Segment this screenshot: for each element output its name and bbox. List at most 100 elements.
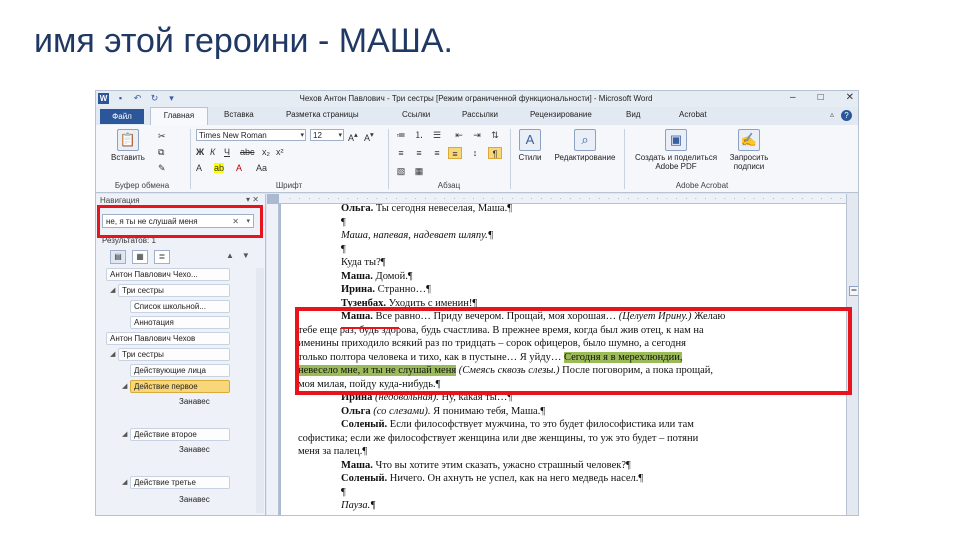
document-line[interactable]: Маша. Что вы хотите этим сказать, ужасно…	[341, 459, 631, 472]
align-left-icon[interactable]: ≡	[394, 147, 408, 159]
subscript-icon[interactable]: x₂	[262, 147, 270, 157]
tree-item[interactable]: Антон Павлович Чехо...	[106, 268, 230, 281]
tab-home[interactable]: Главная	[150, 107, 208, 125]
document-line[interactable]: Маша, напевая, надевает шляпу.¶	[341, 229, 493, 242]
copy-icon[interactable]: ⧉	[158, 147, 164, 157]
headings-view-icon[interactable]: ▤	[110, 250, 126, 264]
superscript-icon[interactable]: x²	[276, 147, 284, 157]
line-spacing-icon[interactable]: ↕	[468, 147, 482, 159]
maximize-button[interactable]: □	[818, 92, 824, 103]
underline-icon[interactable]: Ч	[224, 147, 230, 157]
document-line[interactable]: Ирина. Странно…¶	[341, 283, 431, 296]
strikethrough-icon[interactable]: abc	[240, 147, 255, 157]
document-line[interactable]: меня за палец.¶	[298, 445, 367, 458]
show-formatting-icon[interactable]: ¶	[488, 147, 502, 159]
results-view-icon[interactable]: ≣	[154, 250, 170, 264]
tree-item[interactable]: Три сестры	[118, 284, 230, 297]
document-line[interactable]: софистика; если же философствует женщина…	[298, 432, 698, 445]
tree-item[interactable]: Список школьной...	[130, 300, 230, 313]
font-color-icon[interactable]: A	[236, 163, 242, 173]
tree-item[interactable]: Действующие лица	[130, 364, 230, 377]
document-line[interactable]: ¶	[341, 486, 346, 499]
redo-icon[interactable]: ↻	[149, 93, 160, 104]
save-icon[interactable]: ▪	[115, 93, 126, 104]
shrink-font-icon[interactable]: A▾	[364, 130, 374, 143]
qat-dropdown-icon[interactable]: ▾	[166, 93, 177, 104]
undo-icon[interactable]: ↶	[132, 93, 143, 104]
styles-button[interactable]: A Стили	[512, 129, 548, 162]
borders-icon[interactable]: ▦	[412, 165, 426, 177]
collapse-triangle-icon[interactable]: ◢	[122, 478, 127, 486]
previous-result-icon[interactable]: ▲	[226, 251, 234, 260]
italic-icon[interactable]: К	[210, 147, 215, 157]
shading-icon[interactable]: ▧	[394, 165, 408, 177]
font-name-combo[interactable]: Times New Roman ▾	[196, 129, 306, 141]
tab-references[interactable]: Ссылки	[402, 110, 430, 119]
slide-title: имя этой героини - МАША.	[34, 22, 454, 60]
format-painter-icon[interactable]: ✎	[158, 163, 166, 173]
align-center-icon[interactable]: ≡	[412, 147, 426, 159]
document-line[interactable]: ¶	[341, 216, 346, 229]
line-text: ¶	[341, 216, 346, 228]
tab-insert[interactable]: Вставка	[224, 110, 254, 119]
multilevel-list-icon[interactable]: ☰	[430, 129, 444, 141]
ribbon-collapse-icon[interactable]: ▵	[830, 110, 834, 119]
align-right-icon[interactable]: ≡	[430, 147, 444, 159]
minimize-button[interactable]: –	[790, 92, 796, 103]
horizontal-ruler[interactable]: · · · · · · · · · · · · · · · · · · · · …	[279, 194, 846, 204]
highlight-icon[interactable]: ab	[214, 163, 225, 173]
collapse-triangle-icon[interactable]: ◢	[110, 350, 115, 358]
pages-view-icon[interactable]: ▦	[132, 250, 148, 264]
document-line[interactable]: Соленый. Если философствует мужчина, то …	[341, 418, 694, 431]
numbering-icon[interactable]: ⒈	[412, 129, 426, 141]
sort-icon[interactable]: ⇅	[488, 129, 502, 141]
nav-pane-close-icon[interactable]: ▾ ✕	[246, 195, 259, 204]
document-line[interactable]: Маша. Домой.¶	[341, 270, 413, 283]
tab-view[interactable]: Вид	[626, 110, 640, 119]
document-line[interactable]: Пауза.¶	[341, 499, 376, 512]
document-line[interactable]: Ольга (со слезами). Я понимаю тебя, Маша…	[341, 405, 545, 418]
cut-icon[interactable]: ✂	[158, 131, 166, 141]
document-line[interactable]: Соленый. Ничего. Он ахнуть не успел, как…	[341, 472, 643, 485]
create-pdf-button[interactable]: ▣ Создать и поделиться Adobe PDF	[630, 129, 722, 171]
collapse-triangle-icon[interactable]: ◢	[122, 382, 127, 390]
paste-button[interactable]: 📋 Вставить	[108, 129, 148, 162]
increase-indent-icon[interactable]: ⇥	[470, 129, 484, 141]
justify-icon[interactable]: ≡	[448, 147, 462, 159]
grow-font-icon[interactable]: A▴	[348, 130, 358, 143]
decrease-indent-icon[interactable]: ⇤	[452, 129, 466, 141]
tree-item[interactable]: Действие третье	[130, 476, 230, 489]
document-line[interactable]: ¶	[341, 243, 346, 256]
tab-file[interactable]: Файл	[100, 109, 144, 124]
tree-item[interactable]: Занавес	[176, 444, 242, 457]
close-button[interactable]: ✕	[846, 92, 854, 103]
request-signatures-button[interactable]: ✍ Запросить подписи	[724, 129, 774, 171]
tree-item[interactable]: Три сестры	[118, 348, 230, 361]
tab-review[interactable]: Рецензирование	[530, 110, 592, 119]
tree-item[interactable]: Антон Павлович Чехов	[106, 332, 230, 345]
document-line[interactable]: Ольга. Ты сегодня невеселая, Маша.¶	[341, 204, 512, 215]
tab-mailings[interactable]: Рассылки	[462, 110, 498, 119]
document-line[interactable]: Куда ты?¶	[341, 256, 386, 269]
tree-item-selected[interactable]: Действие первое	[130, 380, 230, 393]
scroll-thumb-icon[interactable]: ═	[849, 286, 858, 296]
collapse-triangle-icon[interactable]: ◢	[122, 430, 127, 438]
vertical-ruler[interactable]	[267, 204, 279, 515]
tree-item[interactable]: Аннотация	[130, 316, 230, 329]
speaker-name: Соленый.	[341, 473, 388, 484]
next-result-icon[interactable]: ▼	[242, 251, 250, 260]
change-case-icon[interactable]: Aa	[256, 163, 267, 173]
tree-item[interactable]: Действие второе	[130, 428, 230, 441]
tree-item[interactable]: Занавес	[176, 494, 242, 507]
editing-button[interactable]: ⌕ Редактирование	[550, 129, 620, 162]
font-size-combo[interactable]: 12 ▾	[310, 129, 344, 141]
nav-scrollbar[interactable]	[256, 268, 264, 513]
bullets-icon[interactable]: ≔	[394, 129, 408, 141]
tab-layout[interactable]: Разметка страницы	[286, 110, 359, 119]
help-icon[interactable]: ?	[841, 110, 852, 121]
bold-icon[interactable]: Ж	[196, 147, 204, 157]
tree-item[interactable]: Занавес	[176, 396, 242, 409]
collapse-triangle-icon[interactable]: ◢	[110, 286, 115, 294]
tab-acrobat[interactable]: Acrobat	[679, 110, 707, 119]
text-effects-icon[interactable]: A	[196, 163, 202, 173]
